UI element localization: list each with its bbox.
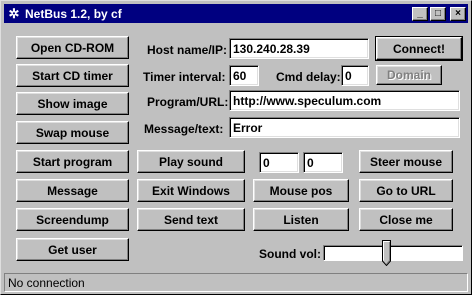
message-text-input[interactable]: Error — [229, 117, 460, 138]
get-user-button[interactable]: Get user — [16, 238, 129, 261]
steer-mouse-button[interactable]: Steer mouse — [359, 150, 453, 173]
status-text: No connection — [8, 275, 85, 290]
swap-mouse-button[interactable]: Swap mouse — [16, 121, 129, 144]
program-url-label: Program/URL: — [147, 95, 229, 109]
host-label: Host name/IP: — [147, 43, 228, 57]
sound-vol-label: Sound vol: — [259, 247, 321, 261]
cmd-delay-label: Cmd delay: — [276, 70, 341, 84]
netbus-window: ✲ NetBus 1.2, by cf _ □ × Open CD-ROM St… — [0, 0, 472, 295]
exit-windows-button[interactable]: Exit Windows — [137, 179, 245, 202]
screendump-button[interactable]: Screendump — [16, 208, 129, 231]
mouse-pos-button[interactable]: Mouse pos — [253, 179, 349, 202]
mouse-y-input[interactable]: 0 — [303, 152, 343, 173]
minimize-button[interactable]: _ — [412, 6, 428, 21]
play-sound-button[interactable]: Play sound — [137, 150, 245, 173]
cmd-delay-input[interactable]: 0 — [341, 65, 369, 86]
open-cdrom-button[interactable]: Open CD-ROM — [16, 36, 129, 59]
listen-button[interactable]: Listen — [253, 208, 349, 231]
window-title: NetBus 1.2, by cf — [25, 6, 122, 21]
maximize-button[interactable]: □ — [430, 6, 446, 21]
message-text-label: Message/text: — [144, 122, 224, 136]
gear-icon: ✲ — [8, 5, 20, 21]
close-me-button[interactable]: Close me — [359, 208, 453, 231]
program-url-input[interactable]: http://www.speculum.com — [229, 90, 460, 111]
timer-interval-input[interactable]: 60 — [229, 65, 259, 86]
sound-vol-slider[interactable] — [323, 245, 463, 261]
go-to-url-button[interactable]: Go to URL — [359, 179, 453, 202]
show-image-button[interactable]: Show image — [16, 92, 129, 115]
close-button[interactable]: × — [450, 6, 466, 21]
domain-button[interactable]: Domain — [376, 65, 442, 85]
message-button[interactable]: Message — [16, 179, 129, 202]
status-bar: No connection — [4, 273, 468, 292]
host-input[interactable]: 130.240.28.39 — [229, 38, 369, 59]
timer-interval-label: Timer interval: — [143, 70, 226, 84]
start-program-button[interactable]: Start program — [16, 150, 129, 173]
connect-button[interactable]: Connect! — [375, 36, 463, 61]
send-text-button[interactable]: Send text — [137, 208, 245, 231]
slider-thumb[interactable] — [382, 240, 391, 266]
title-bar[interactable]: ✲ NetBus 1.2, by cf _ □ × — [4, 4, 468, 23]
start-cd-timer-button[interactable]: Start CD timer — [16, 64, 129, 87]
mouse-x-input[interactable]: 0 — [259, 152, 299, 173]
